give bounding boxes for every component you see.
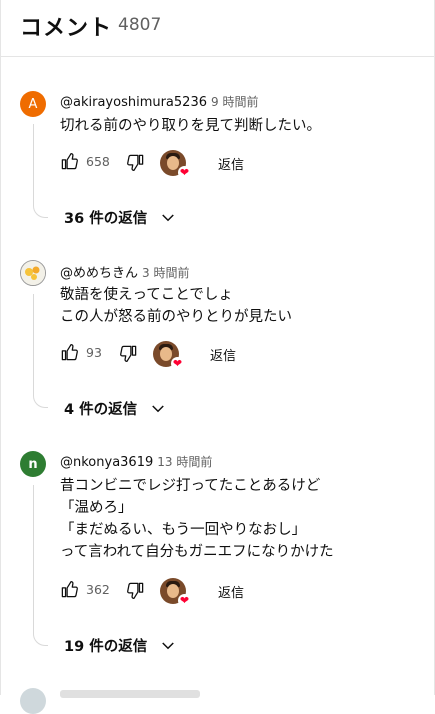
like-button[interactable]: 362 [60,580,110,599]
thumbs-down-icon [127,582,144,600]
reply-button[interactable]: 返信 [210,345,236,364]
dislike-button[interactable] [126,581,145,600]
like-button[interactable]: 658 [60,152,110,171]
next-comment-avatar-partial [20,688,46,714]
thumbs-up-icon [61,343,78,361]
dislike-button[interactable] [126,153,145,172]
comment-text: 切れる前のやり取りを見て判断したい。 [60,115,321,137]
comments-title: コメント [20,16,113,41]
panel-border-left [0,0,1,695]
comment-line: って言われて自分もガニエフになりかけた [60,544,334,560]
author-name[interactable]: @めめちきん [60,266,138,281]
comment-meta: @めめちきん 3 時間前 [60,262,189,281]
comment-line: 切れる前のやり取りを見て判断したい。 [60,118,321,134]
comment-text: 敬語を使えってことでしょ この人が怒る前のやりとりが見たい [60,284,292,328]
comment-line: 昔コンビニでレジ打ってたことあるけど [60,478,321,494]
comment-actions: 93 ❤ 返信 [60,339,360,370]
thumbs-up-icon [61,580,78,598]
comments-header: コメント 4807 [0,0,435,57]
comment-line: 「まだぬるい、もう一回やりなおし」 [60,522,307,538]
thread-curve [33,393,48,408]
heart-icon: ❤ [178,166,191,179]
avatar-letter: n [28,456,38,472]
next-comment-meta-partial [60,690,200,698]
reply-button[interactable]: 返信 [218,582,244,601]
comment-text: 昔コンビニでレジ打ってたことあるけど 「温めろ」 「まだぬるい、もう一回やりなお… [60,475,334,563]
replies-toggle[interactable]: 19 件の返信 [64,635,177,656]
thread-curve [33,631,48,646]
avatar-letter: A [28,96,38,112]
comment-actions: 362 ❤ 返信 [60,576,360,607]
like-count: 658 [86,154,110,169]
replies-toggle[interactable]: 4 件の返信 [64,398,167,419]
comment-time[interactable]: 9 時間前 [211,95,258,109]
like-count: 362 [86,582,110,597]
comment-time[interactable]: 3 時間前 [142,266,189,280]
heart-icon: ❤ [178,594,191,607]
author-name[interactable]: @akirayoshimura5236 [60,95,207,110]
comment-actions: 658 ❤ 返信 [60,148,360,179]
reply-button[interactable]: 返信 [218,154,244,173]
avatar[interactable]: n [20,451,46,477]
comment-line: 敬語を使えってことでしょ [60,287,233,303]
thumbs-down-icon [120,345,137,363]
creator-heart-avatar: ❤ [160,578,191,607]
creator-heart-avatar: ❤ [153,341,184,370]
replies-count-label: 4 件の返信 [64,402,138,418]
avatar[interactable] [20,260,46,286]
chevron-down-icon [162,641,175,649]
replies-count-label: 19 件の返信 [64,639,148,655]
author-name[interactable]: @nkonya3619 [60,455,153,470]
replies-toggle[interactable]: 36 件の返信 [64,207,177,228]
comment-line: この人が怒る前のやりとりが見たい [60,309,292,325]
thread-curve [33,203,48,218]
thread-line [33,485,34,632]
comment-meta: @nkonya3619 13 時間前 [60,453,212,470]
chevron-down-icon [162,213,175,221]
avatar[interactable]: A [20,91,46,117]
like-button[interactable]: 93 [60,343,102,362]
comments-count: 4807 [118,15,162,35]
like-count: 93 [86,345,102,360]
dislike-button[interactable] [119,344,138,363]
creator-heart-avatar: ❤ [160,150,191,179]
thumbs-down-icon [127,154,144,172]
thread-line [33,124,34,204]
avatar-image [21,261,45,285]
replies-count-label: 36 件の返信 [64,211,148,227]
thumbs-up-icon [61,152,78,170]
chevron-down-icon [152,404,164,412]
comment-time[interactable]: 13 時間前 [157,455,212,469]
heart-icon: ❤ [171,357,184,370]
comment-line: 「温めろ」 [60,500,133,516]
thread-line [33,294,34,394]
comment-meta: @akirayoshimura5236 9 時間前 [60,93,258,110]
